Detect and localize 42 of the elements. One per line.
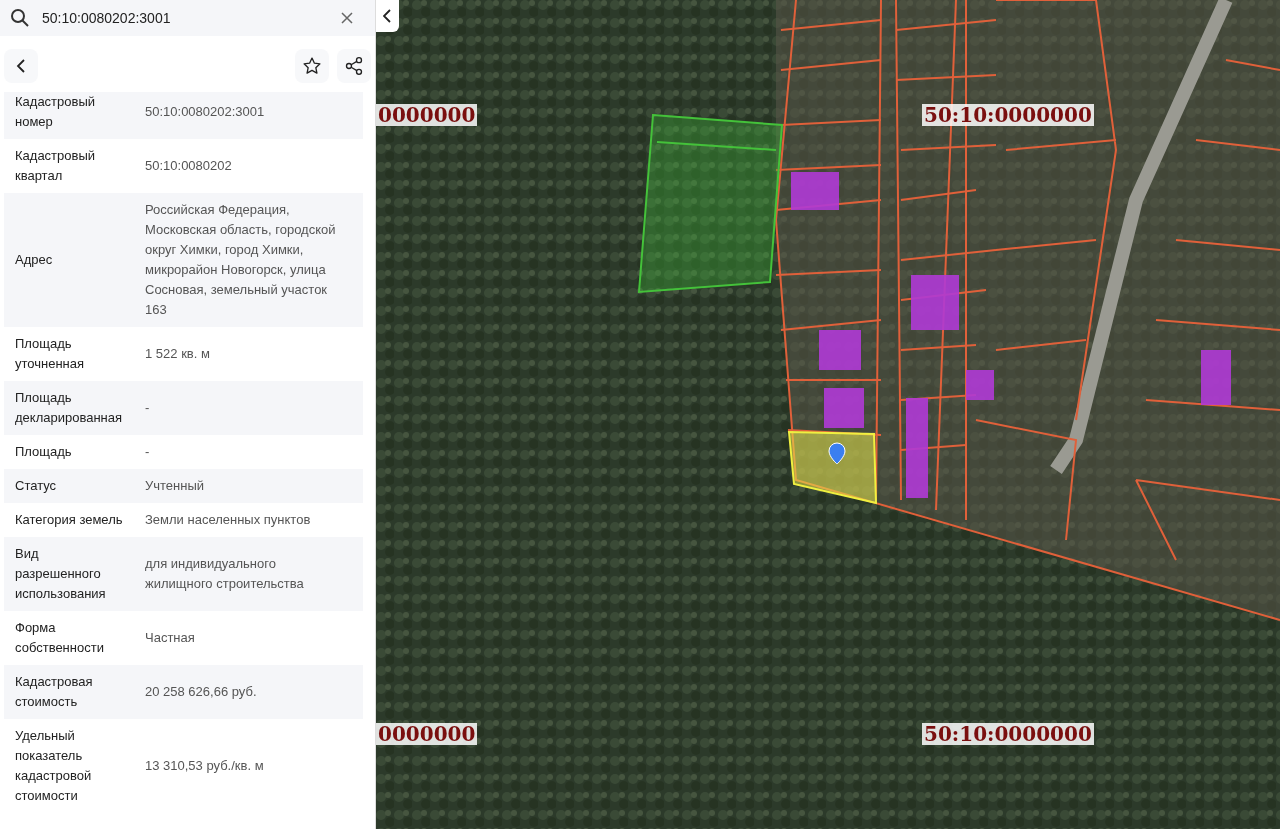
property-label: Кадастровый квартал [15, 147, 97, 185]
property-value: 1 522 кв. м [145, 345, 211, 363]
property-value: 20 258 626,66 руб. [145, 683, 258, 701]
back-button[interactable] [4, 49, 38, 83]
property-value: - [145, 443, 151, 461]
chevron-left-icon [383, 9, 392, 23]
share-button[interactable] [337, 49, 371, 83]
property-label: Площадь [15, 443, 73, 461]
property-value: Частная [145, 629, 196, 647]
cadastral-quarter-label: 0000000 [376, 104, 478, 126]
star-icon [302, 56, 322, 76]
property-label: Кадастровый номер [15, 93, 97, 131]
favorite-button[interactable] [295, 49, 329, 83]
property-label: Статус [15, 477, 58, 495]
property-value: Земли населенных пунктов [145, 511, 312, 529]
satellite-map[interactable]: 0000000 50:10:0000000 0000000 50:10:0000000 [376, 0, 1280, 829]
search-icon [10, 8, 30, 28]
cadastral-quarter-label: 50:10:0000000 [922, 723, 1094, 745]
location-pin-icon [828, 442, 846, 465]
close-icon[interactable] [341, 12, 353, 24]
cadastral-quarter-label: 50:10:0000000 [922, 104, 1094, 126]
collapse-panel-button[interactable] [376, 0, 399, 32]
chevron-left-icon [16, 58, 26, 74]
property-label: Вид разрешенного использования [15, 545, 107, 603]
property-value: 50:10:0080202 [145, 157, 233, 175]
property-label: Категория земель [15, 511, 124, 529]
property-label: Кадастровая стоимость [15, 673, 94, 711]
property-label: Площадь декларированная [15, 389, 124, 427]
property-value: - [145, 399, 151, 417]
property-value: 50:10:0080202:3001 [145, 103, 266, 121]
search-field[interactable]: 50:10:0080202:3001 [0, 0, 375, 36]
property-value: Российская Федерация, Московская область, городской округ Химки, город Химки, микрорайон Новогорск, улица Сосновая, земельный участок 163 [145, 201, 337, 319]
property-value: 13 310,53 руб./кв. м [145, 757, 265, 775]
property-value: для индивидуального жилищного строительства [145, 555, 305, 593]
selected-parcel[interactable] [787, 430, 878, 505]
property-label: Площадь уточненная [15, 335, 86, 373]
property-label: Удельный показатель кадастровой стоимости [15, 727, 93, 805]
share-icon [344, 56, 364, 76]
property-value: Учтенный [145, 477, 206, 495]
property-label: Адрес [15, 251, 54, 269]
property-label: Форма собственности [15, 619, 105, 657]
cadastral-quarter-label: 0000000 [376, 723, 478, 745]
